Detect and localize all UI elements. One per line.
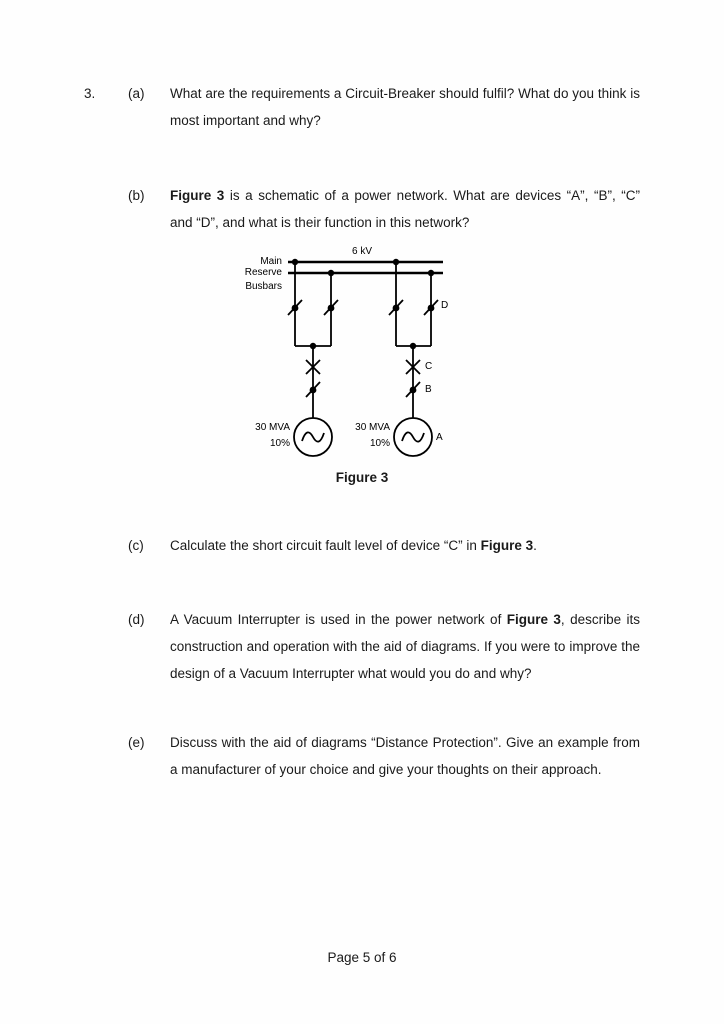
part-text-b-rest: is a schematic of a power network. What … bbox=[170, 188, 640, 230]
part-text-c-pre: Calculate the short circuit fault level … bbox=[170, 538, 481, 553]
device-label-a: A bbox=[436, 432, 443, 443]
device-label-c: C bbox=[425, 361, 433, 372]
figure-ref-c: Figure 3 bbox=[480, 538, 534, 553]
figure-3: Main Reserve Busbars 6 kV D C B A 30 MVA… bbox=[0, 236, 724, 496]
generator-1-rating: 30 MVA bbox=[255, 422, 290, 433]
part-label-b: (b) bbox=[128, 188, 145, 203]
part-label-c: (c) bbox=[128, 538, 144, 553]
exam-page: 3. (a) What are the requirements a Circu… bbox=[0, 0, 724, 1024]
busbar-label-reserve: Reserve bbox=[244, 267, 282, 278]
part-text-d: A Vacuum Interrupter is used in the powe… bbox=[170, 606, 640, 687]
part-label-e: (e) bbox=[128, 735, 145, 750]
power-network-schematic bbox=[287, 258, 443, 457]
part-label-a: (a) bbox=[128, 86, 145, 101]
generator-2-rating: 30 MVA bbox=[355, 422, 390, 433]
part-text-c: Calculate the short circuit fault level … bbox=[170, 532, 640, 559]
voltage-label-6kv: 6 kV bbox=[352, 246, 373, 257]
part-text-e: Discuss with the aid of diagrams “Distan… bbox=[170, 735, 640, 777]
figure-ref-b: Figure 3 bbox=[170, 188, 225, 203]
device-label-d: D bbox=[441, 300, 449, 311]
part-text-a: What are the requirements a Circuit-Brea… bbox=[170, 86, 640, 128]
page-footer: Page 5 of 6 bbox=[327, 950, 397, 965]
figure-ref-d: Figure 3 bbox=[506, 612, 561, 627]
main-busbar-node-2 bbox=[392, 258, 400, 266]
part-text-d-pre: A Vacuum Interrupter is used in the powe… bbox=[170, 612, 507, 627]
question-part-a: 3. (a) What are the requirements a Circu… bbox=[84, 80, 640, 134]
part-text-b: Figure 3 is a schematic of a power netwo… bbox=[170, 182, 640, 236]
reserve-busbar-node-2 bbox=[427, 269, 435, 277]
generator-2-impedance: 10% bbox=[369, 438, 390, 449]
question-part-b: (b) Figure 3 is a schematic of a power n… bbox=[84, 182, 640, 236]
main-busbar-node-1 bbox=[291, 258, 299, 266]
generator-1-impedance: 10% bbox=[269, 438, 290, 449]
reserve-busbar-node-1 bbox=[327, 269, 335, 277]
busbar-label-busbars: Busbars bbox=[245, 281, 282, 292]
question-part-c: (c) Calculate the short circuit fault le… bbox=[84, 532, 640, 559]
device-label-b: B bbox=[425, 384, 432, 395]
figure-caption: Figure 3 bbox=[335, 470, 389, 485]
question-part-e: (e) Discuss with the aid of diagrams “Di… bbox=[84, 729, 640, 783]
part-label-d: (d) bbox=[128, 612, 145, 627]
busbar-label-main: Main bbox=[260, 256, 282, 267]
question-part-d: (d) A Vacuum Interrupter is used in the … bbox=[84, 606, 640, 687]
part-text-c-rest: . bbox=[533, 538, 537, 553]
question-number: 3. bbox=[84, 86, 96, 101]
